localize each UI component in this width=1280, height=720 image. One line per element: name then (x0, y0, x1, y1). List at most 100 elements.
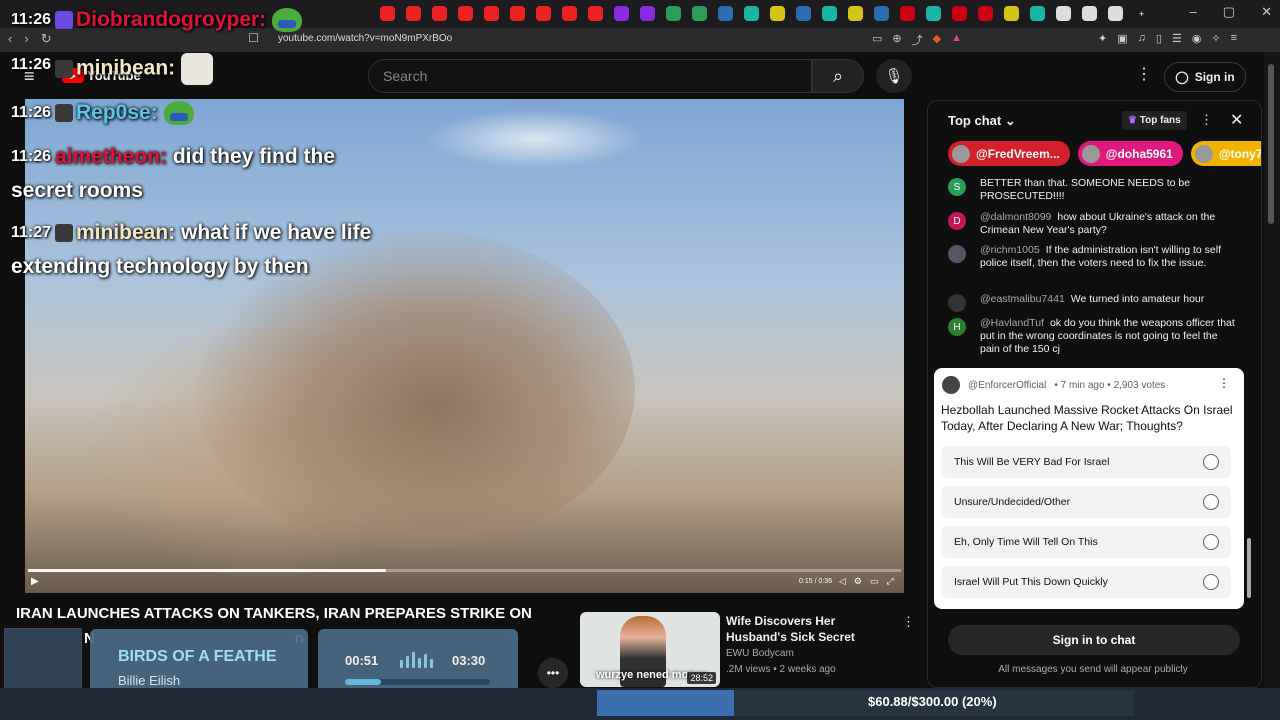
tab-favicon[interactable] (510, 6, 525, 21)
close-chat-icon[interactable]: ✕ (1230, 110, 1243, 130)
tab-strip[interactable]: + (380, 6, 1149, 21)
tab-favicon[interactable] (432, 6, 447, 21)
radio-icon[interactable] (1203, 534, 1219, 550)
fullscreen-icon[interactable]: ⤢ (887, 576, 894, 587)
chat-kebab-icon[interactable]: ⋮ (1200, 112, 1213, 128)
recommended-thumbnail[interactable]: wurzye nened money 28:52 (580, 612, 720, 687)
poll-scrollbar[interactable] (1247, 538, 1251, 598)
tab-search-icon[interactable]: ▣ (1117, 32, 1127, 45)
recommended-channel[interactable]: EWU Bodycam (726, 648, 794, 659)
tab-favicon[interactable] (588, 6, 603, 21)
chat-author[interactable]: @eastmalibu7441 (980, 293, 1065, 305)
sign-in-button[interactable]: ◯ Sign in (1164, 62, 1246, 92)
tab-favicon[interactable] (848, 6, 863, 21)
tab-favicon[interactable] (770, 6, 785, 21)
settings-icon[interactable]: ⚙ (854, 576, 862, 587)
sign-in-to-chat-button[interactable]: Sign in to chat (948, 625, 1240, 655)
tab-favicon[interactable] (1030, 6, 1045, 21)
brave-shield-icon[interactable]: ◆ (933, 32, 941, 48)
tab-favicon[interactable] (926, 6, 941, 21)
tab-favicon[interactable] (380, 6, 395, 21)
play-icon[interactable]: ▶ (31, 576, 39, 587)
video-player[interactable] (25, 99, 904, 593)
poll-author: @EnforcerOfficial (968, 379, 1047, 391)
chat-message-body: @HavlandTuf ok do you think the weapons o… (980, 317, 1238, 356)
bookmark-icon[interactable]: ☐ (248, 31, 259, 45)
new-tab-button[interactable]: + (1134, 6, 1149, 21)
poll-kebab-icon[interactable]: ⋮ (1218, 376, 1230, 390)
menu-icon[interactable]: ≡ (1231, 32, 1237, 45)
radio-icon[interactable] (1203, 454, 1219, 470)
search-button[interactable]: ⌕ (812, 59, 864, 93)
reading-list-icon[interactable]: ☰ (1172, 32, 1182, 45)
tab-favicon[interactable] (458, 6, 473, 21)
poll-option[interactable]: This Will Be VERY Bad For Israel (941, 446, 1231, 478)
miniplayer-icon[interactable]: ▭ (870, 576, 879, 587)
top-fan-pill[interactable]: @tony76 (1190, 141, 1261, 166)
tab-favicon[interactable] (900, 6, 915, 21)
tab-favicon[interactable] (1056, 6, 1071, 21)
tab-favicon[interactable] (1082, 6, 1097, 21)
tab-favicon[interactable] (822, 6, 837, 21)
tab-favicon[interactable] (796, 6, 811, 21)
tab-favicon[interactable] (978, 6, 993, 21)
tab-favicon[interactable] (718, 6, 733, 21)
chat-author[interactable]: @richm1005 (980, 244, 1040, 256)
tab-favicon[interactable] (744, 6, 759, 21)
tab-favicon[interactable] (406, 6, 421, 21)
maximize-button[interactable]: ▢ (1223, 4, 1235, 20)
tab-favicon[interactable] (692, 6, 707, 21)
fan-avatar (1194, 144, 1213, 163)
page-scrollbar-thumb[interactable] (1268, 64, 1274, 224)
media-icon[interactable]: ♫ (1138, 32, 1146, 45)
recommended-title[interactable]: Wife Discovers Her Husband's Sick Secret (726, 613, 896, 645)
install-icon[interactable]: ▭ (872, 32, 882, 48)
tab-favicon[interactable] (1108, 6, 1123, 21)
volume-icon[interactable]: ◁ (839, 576, 846, 587)
page-scrollbar[interactable] (1264, 52, 1280, 688)
tab-favicon[interactable] (1004, 6, 1019, 21)
back-button[interactable]: ‹ (8, 31, 12, 47)
tab-favicon[interactable] (484, 6, 499, 21)
taskbar-active-item[interactable] (597, 690, 734, 716)
share-icon[interactable]: ⤴ (912, 32, 923, 48)
more-actions-button[interactable]: ••• (538, 658, 568, 688)
chat-mode-dropdown[interactable]: Top chat ⌄ (948, 113, 1016, 129)
voice-search-button[interactable]: 🎙 (876, 59, 912, 93)
extension-icon[interactable]: ✦ (1098, 32, 1107, 45)
chat-text: BETTER than that. SOMEONE NEEDS to be PR… (980, 177, 1191, 202)
tab-favicon[interactable] (562, 6, 577, 21)
poll-option[interactable]: Unsure/Undecided/Other (941, 486, 1231, 518)
close-window-button[interactable]: ✕ (1261, 4, 1272, 20)
search-input[interactable]: Search (368, 59, 812, 93)
chat-author[interactable]: @HavlandTuf (980, 317, 1044, 329)
rewards-icon[interactable]: ▲ (951, 32, 962, 48)
poll-option[interactable]: Israel Will Put This Down Quickly (941, 566, 1231, 598)
top-fan-pill[interactable]: @doha5961 (1077, 141, 1183, 166)
video-progress-bar[interactable] (28, 569, 901, 572)
minimize-button[interactable]: – (1190, 4, 1197, 20)
pepe-emote-icon (272, 8, 303, 33)
forward-button[interactable]: › (24, 31, 28, 47)
tab-favicon[interactable] (536, 6, 551, 21)
equalizer-icon (400, 652, 433, 668)
zoom-icon[interactable]: ⊕ (892, 32, 901, 48)
vpn-icon[interactable]: ◉ (1192, 32, 1202, 45)
reload-button[interactable]: ↻ (41, 31, 52, 47)
leo-icon[interactable]: ✧ (1211, 32, 1220, 45)
sidebar-icon[interactable]: ▯ (1156, 32, 1162, 45)
radio-icon[interactable] (1203, 494, 1219, 510)
radio-icon[interactable] (1203, 574, 1219, 590)
tab-favicon[interactable] (952, 6, 967, 21)
tab-favicon[interactable] (874, 6, 889, 21)
settings-kebab-icon[interactable]: ⋮ (1136, 64, 1152, 84)
tab-favicon[interactable] (666, 6, 681, 21)
url-field[interactable]: youtube.com/watch?v=moN9mPXrBOo (278, 33, 452, 44)
top-fans-button[interactable]: ♛ Top fans (1122, 111, 1187, 130)
chat-author[interactable]: @dalmont8099 (980, 211, 1051, 223)
tab-favicon[interactable] (614, 6, 629, 21)
tab-favicon[interactable] (640, 6, 655, 21)
top-fan-pill[interactable]: @FredVreem... (948, 141, 1070, 166)
recommended-kebab-icon[interactable]: ⋮ (902, 614, 915, 630)
poll-option[interactable]: Eh, Only Time Will Tell On This (941, 526, 1231, 558)
